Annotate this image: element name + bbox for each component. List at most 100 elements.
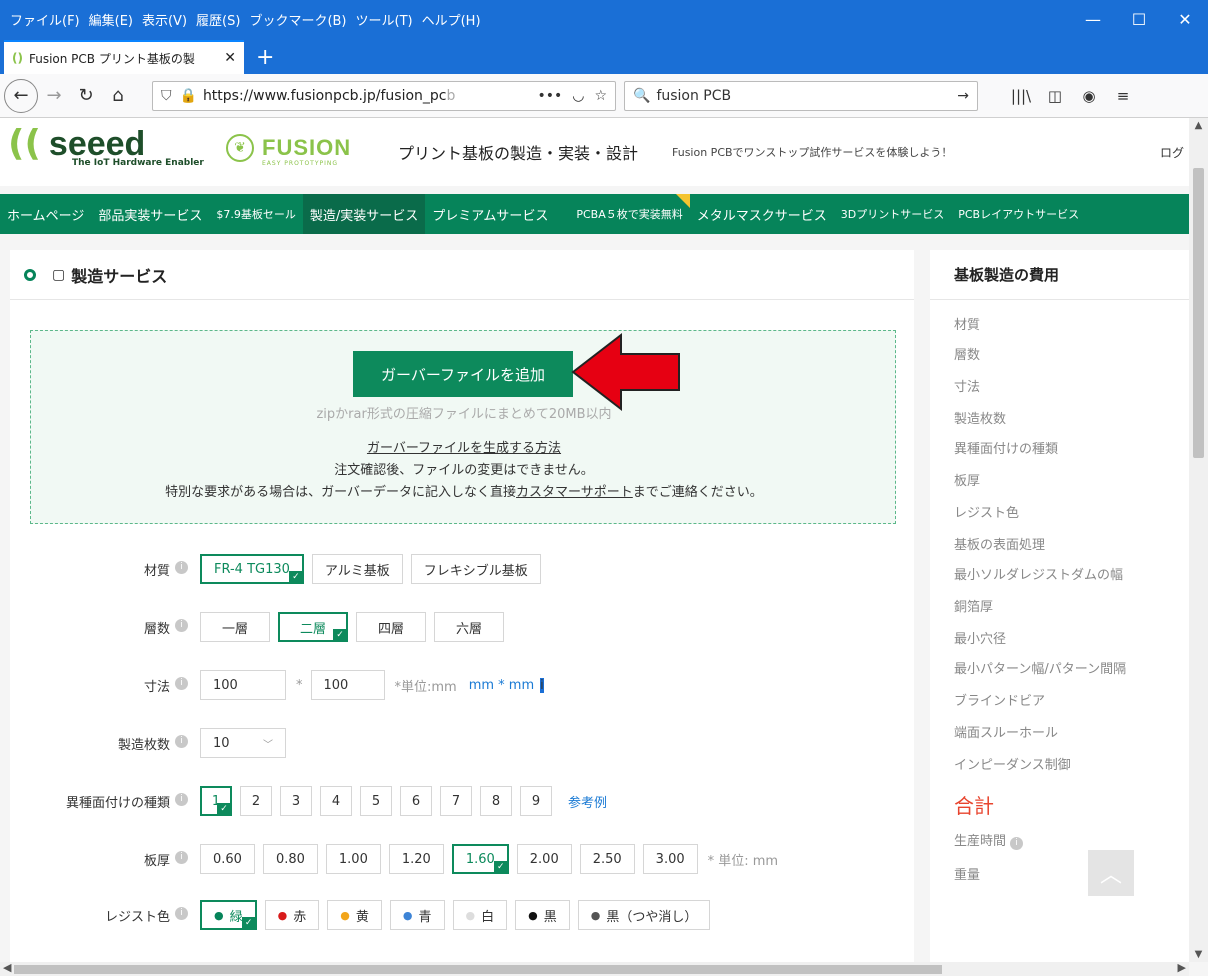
- info-icon[interactable]: i: [175, 618, 188, 632]
- quantity-select[interactable]: 10 ﹀: [200, 728, 286, 758]
- resist-yellow[interactable]: ● 黄: [327, 900, 382, 930]
- resist-black[interactable]: ● 黒: [515, 900, 570, 930]
- close-window-button[interactable]: ✕: [1162, 0, 1208, 38]
- panel-type-1[interactable]: 1: [200, 786, 232, 816]
- height-input[interactable]: 100: [310, 670, 385, 700]
- gerber-upload-area[interactable]: ガーバーファイルを追加 zipかrar形式の圧縮ファイルにまとめて20MB以内 …: [30, 330, 896, 524]
- menu-bookmarks[interactable]: ブックマーク(B): [249, 10, 346, 29]
- resist-blue[interactable]: ● 青: [389, 900, 445, 930]
- panel-type-8[interactable]: 8: [480, 786, 512, 816]
- unit-info-icon[interactable]: i: [540, 677, 544, 693]
- hamburger-menu-icon[interactable]: ≡: [1106, 87, 1140, 105]
- home-icon[interactable]: ⌂: [102, 80, 134, 112]
- resist-red[interactable]: ● 赤: [264, 900, 320, 930]
- scroll-down-icon[interactable]: ▼: [1189, 949, 1208, 960]
- layers-4[interactable]: 四層: [356, 612, 426, 642]
- nav-manufacturing[interactable]: 製造/実装サービス: [302, 194, 426, 234]
- nav-home[interactable]: ホームページ: [0, 194, 91, 234]
- material-flex[interactable]: フレキシブル基板: [410, 554, 541, 584]
- tab-fusion-pcb[interactable]: () Fusion PCB プリント基板の製 ✕: [4, 40, 244, 74]
- nav-stencil[interactable]: メタルマスクサービス: [690, 194, 834, 234]
- menu-history[interactable]: 履歴(S): [196, 10, 240, 29]
- unit-toggle-link[interactable]: mm * mm: [469, 678, 534, 693]
- back-to-top-button[interactable]: ︿: [1088, 850, 1134, 896]
- resist-green[interactable]: ● 緑: [200, 900, 257, 930]
- resist-matte-black[interactable]: ● 黒（つや消し）: [577, 900, 711, 930]
- seeed-logo[interactable]: (( seeed: [8, 126, 145, 162]
- info-icon[interactable]: i: [175, 560, 188, 574]
- info-icon[interactable]: i: [175, 850, 188, 864]
- menu-view[interactable]: 表示(V): [142, 10, 187, 29]
- back-icon[interactable]: ←: [4, 78, 38, 113]
- nav-assembly[interactable]: 部品実装サービス: [91, 194, 209, 234]
- horizontal-scrollbar[interactable]: ◀ ▶: [0, 961, 1189, 976]
- search-go-icon[interactable]: →: [957, 88, 969, 104]
- minimize-button[interactable]: —: [1070, 0, 1116, 38]
- gerber-howto-link[interactable]: ガーバーファイルを生成する方法: [367, 441, 561, 456]
- thickness-120[interactable]: 1.20: [388, 844, 444, 874]
- thickness-200[interactable]: 2.00: [516, 844, 572, 874]
- info-icon[interactable]: i: [175, 792, 188, 806]
- reload-icon[interactable]: ↻: [70, 80, 102, 112]
- panel-type-3[interactable]: 3: [280, 786, 312, 816]
- vertical-scroll-thumb[interactable]: [1193, 168, 1204, 458]
- fusion-logo[interactable]: ❦ FUSION EASY PROTOTYPING: [226, 134, 351, 167]
- nav-3dprint[interactable]: 3Dプリントサービス: [834, 194, 951, 234]
- horizontal-scroll-thumb[interactable]: [14, 965, 942, 974]
- info-icon[interactable]: i: [175, 906, 188, 920]
- info-icon[interactable]: i: [1010, 837, 1024, 850]
- panel-type-4[interactable]: 4: [320, 786, 352, 816]
- panel-type-2[interactable]: 2: [240, 786, 272, 816]
- nav-layout[interactable]: PCBレイアウトサービス: [951, 194, 1086, 234]
- info-icon[interactable]: i: [175, 676, 188, 690]
- menu-file[interactable]: ファイル(F): [10, 10, 80, 29]
- info-icon[interactable]: i: [175, 734, 188, 748]
- lock-icon[interactable]: 🔒: [180, 88, 197, 104]
- library-icon[interactable]: |||\: [1004, 87, 1038, 105]
- search-bar[interactable]: 🔍 fusion PCB →: [624, 80, 978, 111]
- material-fr4[interactable]: FR-4 TG130: [200, 554, 304, 584]
- support-link[interactable]: カスタマーサポート: [516, 485, 633, 500]
- panel-type-7[interactable]: 7: [440, 786, 472, 816]
- bookmark-star-icon[interactable]: ☆: [594, 88, 607, 104]
- add-gerber-button[interactable]: ガーバーファイルを追加: [353, 351, 573, 397]
- thickness-160[interactable]: 1.60: [451, 844, 509, 874]
- layers-2[interactable]: 二層: [278, 612, 348, 642]
- width-input[interactable]: 100: [200, 670, 286, 700]
- scroll-right-icon[interactable]: ▶: [1178, 961, 1186, 974]
- nav-pcba-free[interactable]: PCBA５枚で実装無料: [569, 194, 691, 234]
- scroll-up-icon[interactable]: ▲: [1189, 120, 1208, 131]
- panel-example-link[interactable]: 参考例: [568, 792, 607, 811]
- search-input[interactable]: fusion PCB: [656, 88, 957, 104]
- account-icon[interactable]: ◉: [1072, 87, 1106, 105]
- panel-type-5[interactable]: 5: [360, 786, 392, 816]
- tracking-shield-icon[interactable]: ⛉: [161, 88, 172, 104]
- new-tab-button[interactable]: +: [256, 45, 274, 70]
- header-promo[interactable]: Fusion PCBでワンストップ試作サービスを体験しよう！: [672, 144, 952, 160]
- panel-type-9[interactable]: 9: [520, 786, 552, 816]
- thickness-100[interactable]: 1.00: [325, 844, 381, 874]
- panel-type-6[interactable]: 6: [400, 786, 432, 816]
- tab-close-icon[interactable]: ✕: [224, 50, 236, 66]
- menu-tools[interactable]: ツール(T): [356, 10, 413, 29]
- material-aluminum[interactable]: アルミ基板: [311, 554, 403, 584]
- thickness-300[interactable]: 3.00: [642, 844, 698, 874]
- menu-edit[interactable]: 編集(E): [89, 10, 133, 29]
- thickness-060[interactable]: 0.60: [200, 844, 255, 874]
- thickness-250[interactable]: 2.50: [579, 844, 635, 874]
- layers-6[interactable]: 六層: [434, 612, 504, 642]
- layers-1[interactable]: 一層: [200, 612, 270, 642]
- pocket-icon[interactable]: ◡: [572, 88, 584, 104]
- nav-premium[interactable]: プレミアムサービス: [425, 194, 555, 234]
- url-bar[interactable]: ⛉ 🔒 https://www.fusionpcb.jp/fusion_pcb …: [152, 80, 616, 111]
- thickness-080[interactable]: 0.80: [262, 844, 318, 874]
- menu-help[interactable]: ヘルプ(H): [422, 10, 481, 29]
- sidebar-icon[interactable]: ◫: [1038, 87, 1072, 105]
- login-link[interactable]: ログ: [1160, 144, 1184, 161]
- page-actions-icon[interactable]: •••: [537, 88, 562, 104]
- scroll-left-icon[interactable]: ◀: [3, 961, 11, 974]
- forward-icon[interactable]: →: [38, 80, 70, 112]
- vertical-scrollbar[interactable]: ▲ ▼: [1189, 118, 1208, 962]
- nav-sale[interactable]: $7.9基板セール: [209, 194, 303, 234]
- resist-white[interactable]: ● 白: [452, 900, 508, 930]
